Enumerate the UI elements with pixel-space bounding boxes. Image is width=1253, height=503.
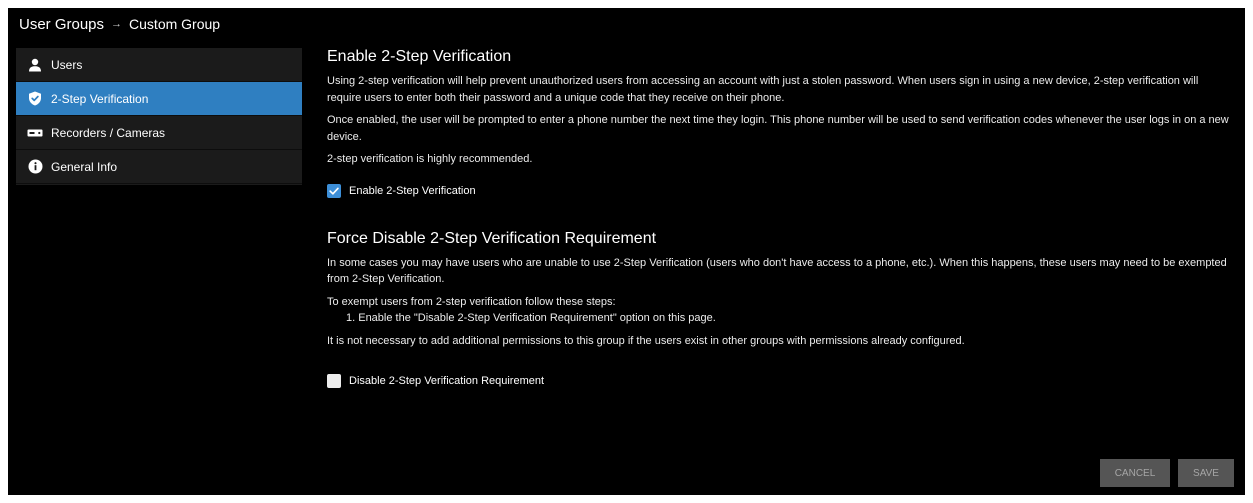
sidebar-item-users[interactable]: Users xyxy=(16,48,302,82)
cancel-button[interactable]: CANCEL xyxy=(1100,459,1170,487)
description-paragraph: Using 2-step verification will help prev… xyxy=(327,75,1199,104)
checkbox-label[interactable]: Disable 2-Step Verification Requirement xyxy=(349,375,544,387)
description-paragraph: Once enabled, the user will be prompted … xyxy=(327,114,1229,143)
description-paragraph: In some cases you may have users who are… xyxy=(327,256,1227,286)
user-icon xyxy=(27,57,43,73)
force-disable-section: Force Disable 2-Step Verification Requir… xyxy=(327,229,1232,388)
checkmark-icon xyxy=(329,187,339,195)
enable-2fa-checkbox[interactable] xyxy=(327,183,341,198)
step-item: 1. Enable the "Disable 2-Step Verificati… xyxy=(346,312,716,324)
info-icon xyxy=(27,159,43,175)
section-title: Enable 2-Step Verification xyxy=(327,48,512,65)
sidebar-item-label: Users xyxy=(51,57,83,72)
breadcrumb-parent[interactable]: User Groups xyxy=(19,16,104,33)
breadcrumb-arrow-icon: → xyxy=(111,18,123,30)
breadcrumb: User Groups → Custom Group xyxy=(19,14,220,34)
shield-check-icon xyxy=(27,91,43,107)
description-paragraph: It is not necessary to add additional pe… xyxy=(327,334,965,347)
main-content: Enable 2-Step Verification Using 2-step … xyxy=(327,48,1232,388)
disable-2fa-checkbox[interactable] xyxy=(327,374,341,388)
recorder-icon xyxy=(27,125,43,141)
enable-2fa-section: Enable 2-Step Verification Using 2-step … xyxy=(327,48,1232,198)
disable-2fa-checkbox-row[interactable]: Disable 2-Step Verification Requirement xyxy=(327,374,1232,388)
enable-2fa-checkbox-row[interactable]: Enable 2-Step Verification xyxy=(327,183,1232,198)
sidebar-item-label: 2-Step Verification xyxy=(51,91,149,106)
sidebar-item-label: General Info xyxy=(51,159,118,174)
section-title: Force Disable 2-Step Verification Requir… xyxy=(327,229,657,247)
sidebar-item-2-step-verification[interactable]: 2-Step Verification xyxy=(16,82,302,116)
sidebar-item-label: Recorders / Cameras xyxy=(51,125,166,140)
recommendation-text: 2-step verification is highly recommende… xyxy=(327,153,533,165)
save-button[interactable]: SAVE xyxy=(1178,459,1234,487)
steps-intro: To exempt users from 2-step verification… xyxy=(327,295,616,308)
sidebar: Users 2-Step Verification Recorders / Ca… xyxy=(16,48,302,185)
sidebar-item-general-info[interactable]: General Info xyxy=(16,150,302,184)
checkbox-label[interactable]: Enable 2-Step Verification xyxy=(349,185,476,197)
sidebar-item-recorders-cameras[interactable]: Recorders / Cameras xyxy=(16,116,302,150)
app-frame: User Groups → Custom Group Users 2-Step … xyxy=(8,8,1245,495)
breadcrumb-current: Custom Group xyxy=(129,16,221,32)
